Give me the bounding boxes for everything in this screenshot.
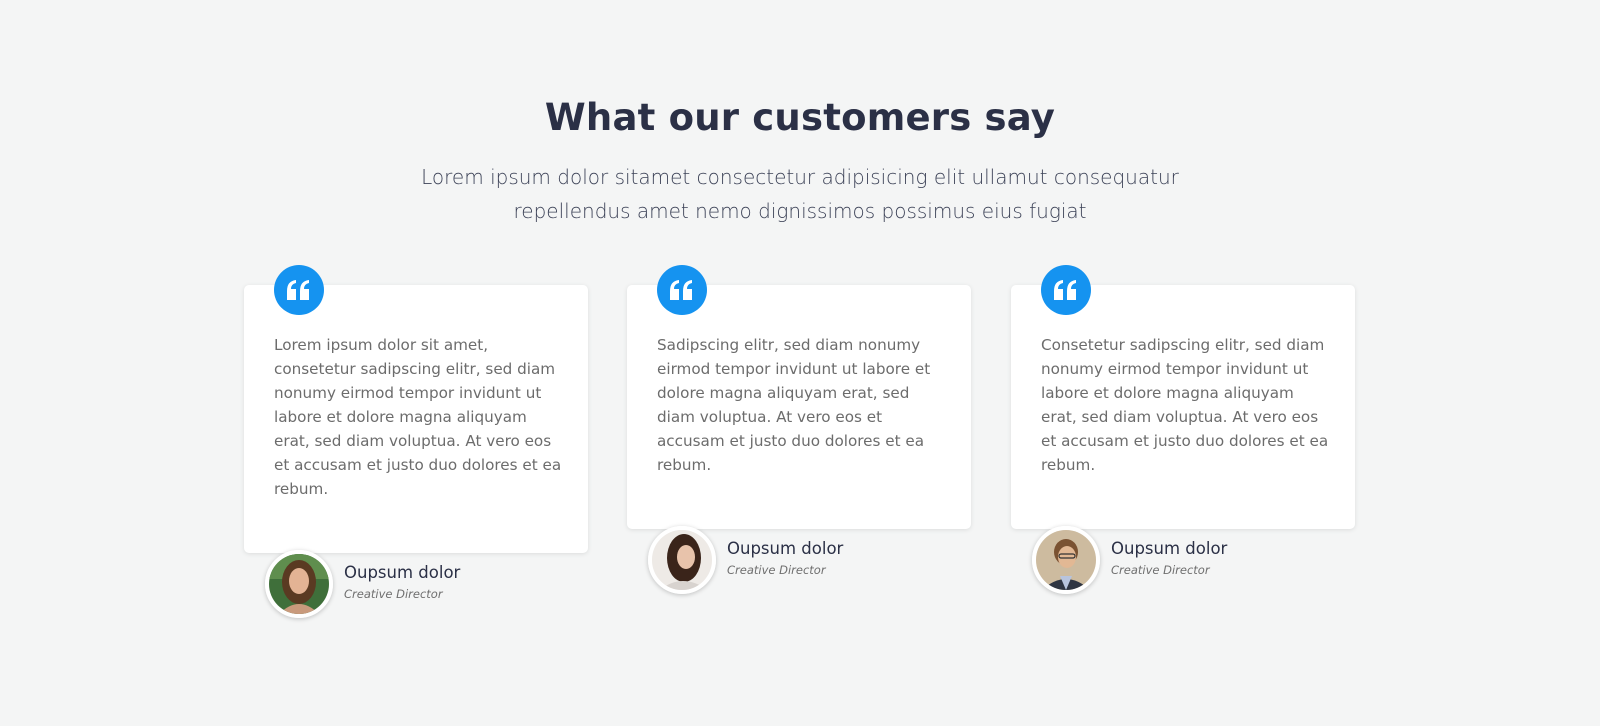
testimonial-text: Sadipscing elitr, sed diam nonumy eirmod… — [657, 336, 931, 474]
testimonials-section: What our customers say Lorem ipsum dolor… — [0, 0, 1600, 726]
quote-left-icon — [274, 265, 324, 315]
avatar — [265, 550, 333, 618]
avatar — [648, 526, 716, 594]
quote-left-icon — [1041, 265, 1091, 315]
testimonial-card: Consetetur sadipscing elitr, sed diam no… — [1011, 285, 1355, 529]
section-title: What our customers say — [544, 96, 1056, 139]
subtitle-line-1: Lorem ipsum dolor sitamet consectetur ad… — [421, 165, 1179, 189]
author-role: Creative Director — [1111, 563, 1210, 577]
testimonial-text: Lorem ipsum dolor sit amet, consetetur s… — [274, 336, 562, 498]
quote-left-icon — [657, 265, 707, 315]
author-role: Creative Director — [727, 563, 826, 577]
author-name: Oupsum dolor — [1111, 539, 1228, 558]
testimonial-card: Sadipscing elitr, sed diam nonumy eirmod… — [627, 285, 971, 529]
author-role: Creative Director — [344, 587, 443, 601]
subtitle-line-2: repellendus amet nemo dignissimos possim… — [513, 199, 1087, 223]
author-name: Oupsum dolor — [344, 563, 461, 582]
testimonial-text: Consetetur sadipscing elitr, sed diam no… — [1041, 336, 1329, 474]
avatar — [1032, 526, 1100, 594]
author-name: Oupsum dolor — [727, 539, 844, 558]
testimonial-card: Lorem ipsum dolor sit amet, consetetur s… — [244, 285, 588, 553]
section-subtitle: Lorem ipsum dolor sitamet consectetur ad… — [400, 160, 1200, 228]
